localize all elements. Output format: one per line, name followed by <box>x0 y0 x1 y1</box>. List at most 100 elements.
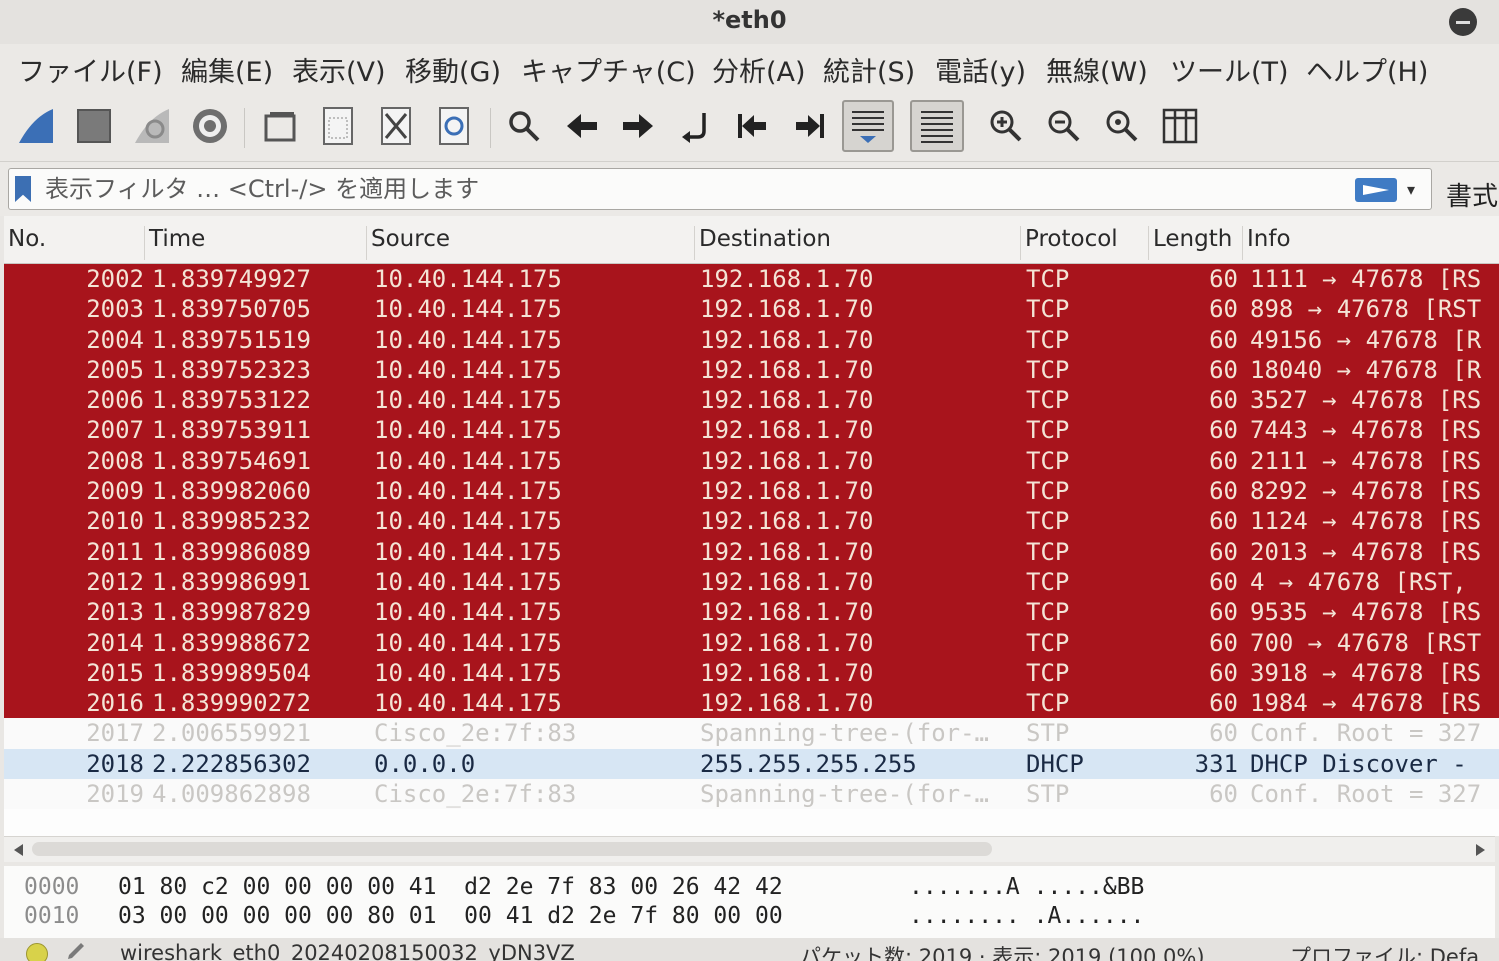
shark-fin-icon[interactable] <box>12 102 60 150</box>
cell-no: 2010 <box>86 507 144 536</box>
back-arrow-icon[interactable] <box>558 102 606 150</box>
cell-length: 60 <box>1209 446 1238 475</box>
cell-protocol: TCP <box>1026 567 1070 596</box>
menu-wireless[interactable]: 無線(W) <box>1046 50 1148 89</box>
menu-telephony[interactable]: 電話(y) <box>935 50 1026 89</box>
column-header-destination[interactable]: Destination <box>694 226 1020 260</box>
cell-length: 60 <box>1209 567 1238 596</box>
packet-row[interactable]: 2014 1.839988672 10.40.144.175 192.168.1.70… <box>4 627 1499 658</box>
packet-row[interactable]: 2004 1.839751519 10.40.144.175 192.168.1.70… <box>4 324 1499 355</box>
resize-columns-icon[interactable] <box>1156 102 1204 150</box>
display-filter-input[interactable] <box>45 173 1345 205</box>
last-packet-icon[interactable] <box>786 102 834 150</box>
packet-row[interactable]: 2002 1.839749927 10.40.144.175 192.168.1.70… <box>4 264 1499 295</box>
menu-statistics[interactable]: 統計(S) <box>823 50 915 89</box>
cell-time: 1.839749927 <box>152 265 311 293</box>
packet-bytes-pane[interactable]: 0000 01 80 c2 00 00 00 00 41 d2 2e 7f 83… <box>4 866 1495 938</box>
cell-protocol: TCP <box>1026 689 1070 718</box>
packet-row[interactable]: 2015 1.839989504 10.40.144.175 192.168.1.70… <box>4 657 1499 689</box>
column-header-protocol[interactable]: Protocol <box>1020 226 1148 260</box>
packet-row[interactable]: 2010 1.839985232 10.40.144.175 192.168.1.70… <box>4 506 1499 537</box>
column-header-time[interactable]: Time <box>144 226 366 260</box>
filter-format-label[interactable]: 書式 <box>1446 176 1498 213</box>
cell-protocol: TCP <box>1026 295 1070 324</box>
packet-row[interactable]: 2008 1.839754691 10.40.144.175 192.168.1.70… <box>4 445 1499 477</box>
search-icon[interactable] <box>500 102 548 150</box>
scroll-left-icon[interactable] <box>14 844 23 856</box>
cell-source: 10.40.144.175 <box>374 567 562 596</box>
zoom-out-icon[interactable] <box>1040 102 1088 150</box>
packet-row[interactable]: 2011 1.839986089 10.40.144.175 192.168.1.70… <box>4 536 1499 567</box>
apply-filter-icon[interactable] <box>1355 178 1397 202</box>
colorize-icon[interactable] <box>910 100 964 152</box>
display-filter-box: ▾ <box>8 168 1432 210</box>
go-to-packet-icon[interactable] <box>672 102 720 150</box>
packet-row[interactable]: 2009 1.839982060 10.40.144.175 192.168.1.70… <box>4 476 1499 507</box>
cell-length: 60 <box>1209 537 1238 566</box>
column-header-source[interactable]: Source <box>366 226 694 260</box>
packet-row[interactable]: 2007 1.839753911 10.40.144.175 192.168.1.70… <box>4 415 1499 446</box>
menu-view[interactable]: 表示(V) <box>292 50 386 89</box>
cell-destination: Spanning-tree-(for-… <box>700 780 989 809</box>
reload-file-icon[interactable] <box>430 102 478 150</box>
packet-row[interactable]: 2017 2.006559921 Cisco_2e:7f:83 Spanning-tr… <box>4 718 1499 749</box>
toolbar-separator <box>490 108 491 148</box>
first-packet-icon[interactable] <box>728 102 776 150</box>
filter-history-dropdown-icon[interactable]: ▾ <box>1407 180 1415 199</box>
bookmark-icon[interactable] <box>15 176 31 202</box>
profile-label[interactable]: プロファイル: Defa <box>1290 941 1479 961</box>
column-header-no[interactable]: No. <box>4 226 144 260</box>
menu-go[interactable]: 移動(G) <box>405 50 501 89</box>
autoscroll-icon[interactable] <box>842 100 894 152</box>
cell-source: 10.40.144.175 <box>374 658 562 687</box>
cell-info: 8292 → 47678 [RS <box>1250 477 1482 506</box>
scrollbar-thumb[interactable] <box>32 842 992 856</box>
close-file-icon[interactable] <box>372 102 420 150</box>
cell-time: 4.009862898 <box>152 780 311 809</box>
menu-tools[interactable]: ツール(T) <box>1170 50 1289 89</box>
forward-arrow-icon[interactable] <box>614 102 662 150</box>
packet-list[interactable]: No. Time Source Destination Protocol Len… <box>4 216 1499 836</box>
packet-row[interactable]: 2013 1.839987829 10.40.144.175 192.168.1.70… <box>4 597 1499 628</box>
cell-time: 1.839754691 <box>152 446 311 475</box>
menu-help[interactable]: ヘルプ(H) <box>1306 50 1428 89</box>
capture-options-icon[interactable] <box>186 102 234 150</box>
cell-time: 1.839988672 <box>152 628 311 657</box>
packet-row[interactable]: 2006 1.839753122 10.40.144.175 192.168.1.70… <box>4 385 1499 416</box>
packet-row[interactable]: 2018 2.222856302 0.0.0.0 255.255.255.255 DHC… <box>4 748 1499 780</box>
minimize-button[interactable] <box>1449 8 1477 36</box>
column-header-info[interactable]: Info <box>1242 226 1499 260</box>
cell-source: 0.0.0.0 <box>374 749 476 778</box>
zoom-in-icon[interactable] <box>982 102 1030 150</box>
title-bar: *eth0 <box>0 0 1499 44</box>
menu-analyze[interactable]: 分析(A) <box>712 50 806 89</box>
save-file-icon[interactable] <box>314 102 362 150</box>
normal-size-icon[interactable] <box>1098 102 1146 150</box>
stop-icon[interactable] <box>70 102 118 150</box>
scroll-right-icon[interactable] <box>1476 844 1485 856</box>
packet-row[interactable]: 2016 1.839990272 10.40.144.175 192.168.1.70… <box>4 688 1499 719</box>
packet-row[interactable]: 2005 1.839752323 10.40.144.175 192.168.1.70… <box>4 354 1499 386</box>
packet-row[interactable]: 2012 1.839986991 10.40.144.175 192.168.1.70… <box>4 566 1499 598</box>
cell-time: 1.839753911 <box>152 416 311 445</box>
cell-source: 10.40.144.175 <box>374 355 562 384</box>
cell-info: 1111 → 47678 [RS <box>1250 265 1482 293</box>
restart-icon[interactable] <box>128 102 176 150</box>
packet-count: パケット数: 2019 · 表示: 2019 (100.0%) <box>800 945 1205 961</box>
menu-capture[interactable]: キャプチャ(C) <box>521 50 696 89</box>
column-header-length[interactable]: Length <box>1148 226 1242 260</box>
capture-comment-icon[interactable] <box>66 941 88 961</box>
cell-length: 60 <box>1209 355 1238 384</box>
horizontal-scrollbar[interactable] <box>4 836 1495 862</box>
cell-destination: 192.168.1.70 <box>700 537 874 566</box>
cell-destination: 192.168.1.70 <box>700 446 874 475</box>
open-file-icon[interactable] <box>256 102 304 150</box>
menu-file[interactable]: ファイル(F) <box>18 50 163 89</box>
packet-row[interactable]: 2003 1.839750705 10.40.144.175 192.168.1.70… <box>4 294 1499 325</box>
expert-info-icon[interactable] <box>26 943 48 961</box>
cell-no: 2012 <box>86 567 144 596</box>
packet-row[interactable]: 2019 4.009862898 Cisco_2e:7f:83 Spanning-tr… <box>4 779 1499 810</box>
menu-edit[interactable]: 編集(E) <box>181 50 273 89</box>
cell-no: 2015 <box>86 658 144 687</box>
cell-source: 10.40.144.175 <box>374 628 562 657</box>
